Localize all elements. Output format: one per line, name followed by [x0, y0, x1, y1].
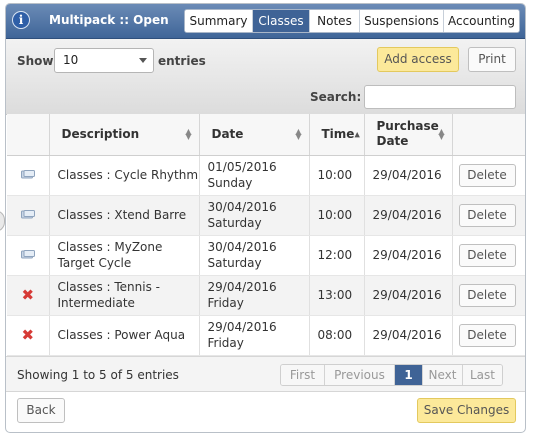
page-length-select[interactable]: 10 [54, 48, 154, 73]
time-cell: 10:00 [309, 155, 365, 196]
dialog-header: i Multipack :: Open Summary Classes Note… [6, 4, 525, 39]
description-cell: Classes : Xtend Barre [49, 195, 200, 236]
purchase-date-cell: 29/04/2016 [364, 275, 453, 316]
tab-suspensions[interactable]: Suspensions [360, 10, 444, 32]
dialog-title: Multipack :: Open [49, 13, 169, 27]
column-header-time[interactable]: Time▲ [309, 114, 365, 156]
delete-button[interactable]: Delete [458, 243, 516, 267]
date-cell: 01/05/2016 Sunday [199, 155, 310, 196]
delete-button[interactable]: Delete [458, 283, 516, 307]
time-cell: 10:00 [309, 195, 365, 236]
search-input[interactable] [364, 85, 516, 109]
time-cell: 08:00 [309, 315, 365, 356]
table-toolbar: Show 10 entries Add access Print Search: [6, 39, 525, 115]
info-icon[interactable]: i [12, 11, 30, 29]
card-icon [20, 210, 35, 219]
date-cell: 30/04/2016 Saturday [199, 235, 310, 276]
action-cell: Delete [452, 195, 525, 236]
date-cell: 29/04/2016 Friday [199, 275, 310, 316]
status-cell: ✖ [7, 275, 50, 316]
date-cell: 30/04/2016 Saturday [199, 195, 310, 236]
sort-icon: ▲ ▼ [185, 127, 192, 141]
table-row: Classes : Cycle Rhythm 01/05/2016 Sunday … [7, 155, 525, 196]
tab-accounting[interactable]: Accounting [444, 10, 519, 32]
delete-button[interactable]: Delete [458, 203, 516, 227]
chevron-down-icon [139, 58, 147, 63]
tab-notes[interactable]: Notes [310, 10, 360, 32]
tab-bar: Summary Classes Notes Suspensions Accoun… [184, 9, 520, 33]
table-row: Classes : Xtend Barre 30/04/2016 Saturday… [7, 195, 525, 236]
description-cell: Classes : Power Aqua [49, 315, 200, 356]
page-length-value: 10 [63, 53, 79, 67]
action-cell: Delete [452, 275, 525, 316]
purchase-date-cell: 29/04/2016 [364, 155, 453, 196]
status-cell [7, 155, 50, 196]
table-info: Showing 1 to 5 of 5 entries [17, 368, 179, 382]
pager-page-1[interactable]: 1 [395, 365, 423, 385]
print-button[interactable]: Print [468, 47, 516, 72]
table-row: ✖ Classes : Tennis - Intermediate 29/04/… [7, 275, 525, 316]
column-header-purchase-date[interactable]: Purchase Date ▲ ▼ [364, 114, 453, 156]
description-cell: Classes : Tennis - Intermediate [49, 275, 200, 316]
sort-icon: ▲ ▼ [295, 127, 302, 141]
pager-last[interactable]: Last [463, 365, 502, 385]
cross-icon: ✖ [21, 325, 35, 344]
action-cell: Delete [452, 315, 525, 356]
tab-summary[interactable]: Summary [185, 10, 253, 32]
column-header-status [7, 114, 50, 156]
time-cell: 13:00 [309, 275, 365, 316]
date-cell: 29/04/2016 Friday [199, 315, 310, 356]
pager-next[interactable]: Next [423, 365, 463, 385]
sort-ascending-icon: ▲ [354, 130, 360, 139]
entries-label: entries [158, 54, 206, 68]
save-changes-button[interactable]: Save Changes [417, 398, 516, 423]
purchase-date-cell: 29/04/2016 [364, 195, 453, 236]
action-cell: Delete [452, 235, 525, 276]
show-label: Show [17, 54, 54, 68]
delete-button[interactable]: Delete [458, 163, 516, 187]
table-row: Classes : MyZone Target Cycle 30/04/2016… [7, 235, 525, 276]
delete-button[interactable]: Delete [458, 323, 516, 347]
status-cell [7, 235, 50, 276]
purchase-date-cell: 29/04/2016 [364, 235, 453, 276]
cross-icon: ✖ [21, 285, 35, 304]
back-button[interactable]: Back [17, 398, 65, 423]
column-header-date[interactable]: Date ▲ ▼ [199, 114, 310, 156]
time-cell: 12:00 [309, 235, 365, 276]
column-header-description[interactable]: Description ▲ ▼ [49, 114, 200, 156]
tab-classes[interactable]: Classes [253, 10, 310, 32]
column-header-actions [452, 114, 525, 156]
sort-icon: ▲ ▼ [438, 127, 445, 141]
multipack-dialog: i Multipack :: Open Summary Classes Note… [5, 3, 526, 433]
pagination: First Previous 1 Next Last [280, 364, 503, 386]
table-header-row: Description ▲ ▼ Date ▲ ▼ Time▲ Purchase Date… [7, 114, 525, 156]
status-cell [7, 195, 50, 236]
table-footer: Showing 1 to 5 of 5 entries First Previo… [6, 356, 525, 392]
classes-table: Description ▲ ▼ Date ▲ ▼ Time▲ Purchase Date… [7, 114, 525, 356]
add-access-button[interactable]: Add access [377, 47, 459, 72]
description-cell: Classes : MyZone Target Cycle [49, 235, 200, 276]
pager-previous[interactable]: Previous [325, 365, 395, 385]
card-icon [20, 170, 35, 179]
action-cell: Delete [452, 155, 525, 196]
description-cell: Classes : Cycle Rhythm [49, 155, 200, 196]
card-icon [20, 250, 35, 259]
search-label: Search: [310, 90, 362, 104]
purchase-date-cell: 29/04/2016 [364, 315, 453, 356]
pager-first[interactable]: First [281, 365, 325, 385]
table-row: ✖ Classes : Power Aqua 29/04/2016 Friday … [7, 315, 525, 356]
status-cell: ✖ [7, 315, 50, 356]
